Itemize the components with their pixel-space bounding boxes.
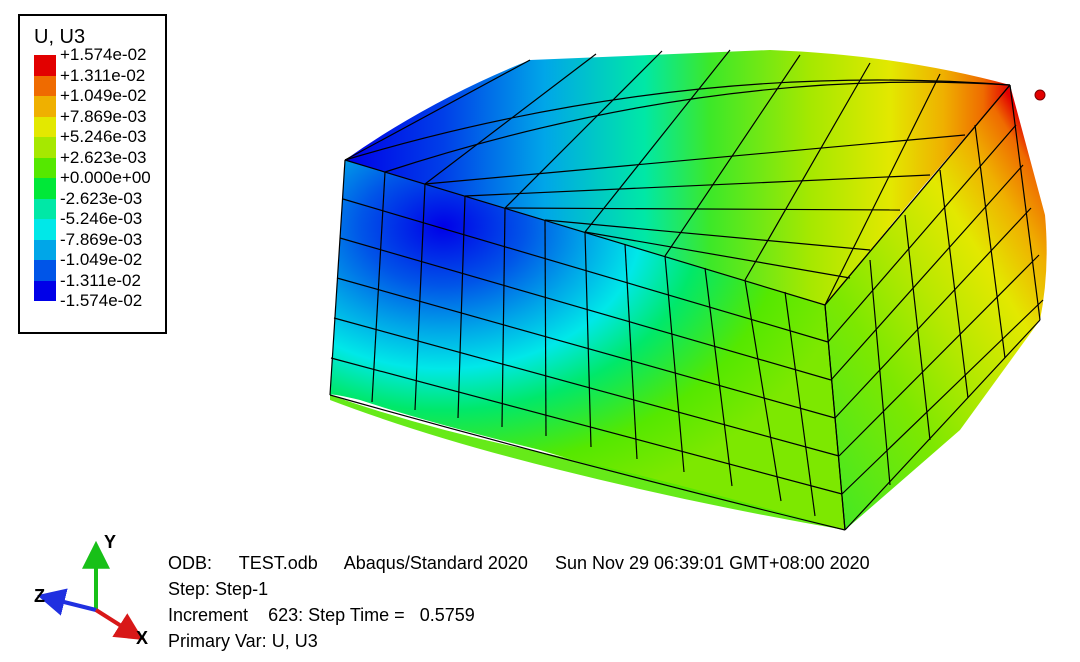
legend-swatch xyxy=(34,76,56,97)
odb-file: TEST.odb xyxy=(239,553,318,573)
legend-value: +0.000e+00 xyxy=(60,168,151,189)
legend-value: -5.246e-03 xyxy=(60,209,151,230)
metadata-line-1: ODB: TEST.odb Abaqus/Standard 2020 Sun N… xyxy=(168,550,892,576)
legend-value: +1.574e-02 xyxy=(60,45,151,66)
axis-z-label: Z xyxy=(34,586,45,606)
mesh-lines-right xyxy=(825,85,1043,530)
axis-z xyxy=(48,598,96,610)
mesh-lines-top xyxy=(345,50,1010,305)
increment-number: 623: xyxy=(268,605,303,625)
axis-y-label: Y xyxy=(104,532,116,552)
mesh-top-face xyxy=(345,50,1010,305)
legend-swatch xyxy=(34,137,56,158)
metadata-line-2: Step: Step-1 xyxy=(168,576,892,602)
legend-swatches xyxy=(34,55,56,322)
step-label: Step: xyxy=(168,579,210,599)
legend-swatch xyxy=(34,281,56,302)
legend-swatch xyxy=(34,96,56,117)
legend-value: -2.623e-03 xyxy=(60,189,151,210)
step-time-label: Step Time = xyxy=(308,605,405,625)
axis-x xyxy=(96,610,134,634)
odb-label: ODB: xyxy=(168,553,212,573)
mesh-front-face xyxy=(330,160,845,530)
axis-x-label: X xyxy=(136,628,148,648)
legend-swatch xyxy=(34,219,56,240)
legend-value: -1.311e-02 xyxy=(60,271,151,292)
mesh-lines-front xyxy=(330,160,845,530)
metadata-line-3: Increment 623: Step Time = 0.5759 xyxy=(168,602,892,628)
primary-var-label: Primary Var: xyxy=(168,631,267,651)
timestamp: Sun Nov 29 06:39:01 GMT+08:00 2020 xyxy=(555,553,870,573)
legend-value: +5.246e-03 xyxy=(60,127,151,148)
legend-value: +7.869e-03 xyxy=(60,107,151,128)
legend-swatch xyxy=(34,240,56,261)
legend-swatch xyxy=(34,260,56,281)
legend-swatch xyxy=(34,158,56,179)
primary-var-value: U, U3 xyxy=(272,631,318,651)
solver-name: Abaqus/Standard 2020 xyxy=(344,553,528,573)
mesh-right-face xyxy=(825,85,1047,530)
mesh-bottom-bulge xyxy=(330,395,845,530)
legend-swatch xyxy=(34,117,56,138)
contour-legend: U, U3 +1.574e-02+1.311e-02+1.049e-02+7.8… xyxy=(18,14,167,334)
legend-value: +1.049e-02 xyxy=(60,86,151,107)
step-time-value: 0.5759 xyxy=(420,605,475,625)
legend-value: -1.574e-02 xyxy=(60,291,151,312)
legend-value: +2.623e-03 xyxy=(60,148,151,169)
legend-value: -7.869e-03 xyxy=(60,230,151,251)
legend-value: +1.311e-02 xyxy=(60,66,151,87)
step-name: Step-1 xyxy=(215,579,268,599)
legend-value: -1.049e-02 xyxy=(60,250,151,271)
legend-swatch xyxy=(34,199,56,220)
increment-label: Increment xyxy=(168,605,248,625)
max-value-marker xyxy=(1035,90,1045,100)
legend-swatch xyxy=(34,55,56,76)
metadata-block: ODB: TEST.odb Abaqus/Standard 2020 Sun N… xyxy=(168,550,892,654)
coordinate-triad: Y Z X xyxy=(34,530,154,650)
legend-values: +1.574e-02+1.311e-02+1.049e-02+7.869e-03… xyxy=(60,45,151,312)
legend-swatch xyxy=(34,178,56,199)
metadata-line-4: Primary Var: U, U3 xyxy=(168,628,892,654)
